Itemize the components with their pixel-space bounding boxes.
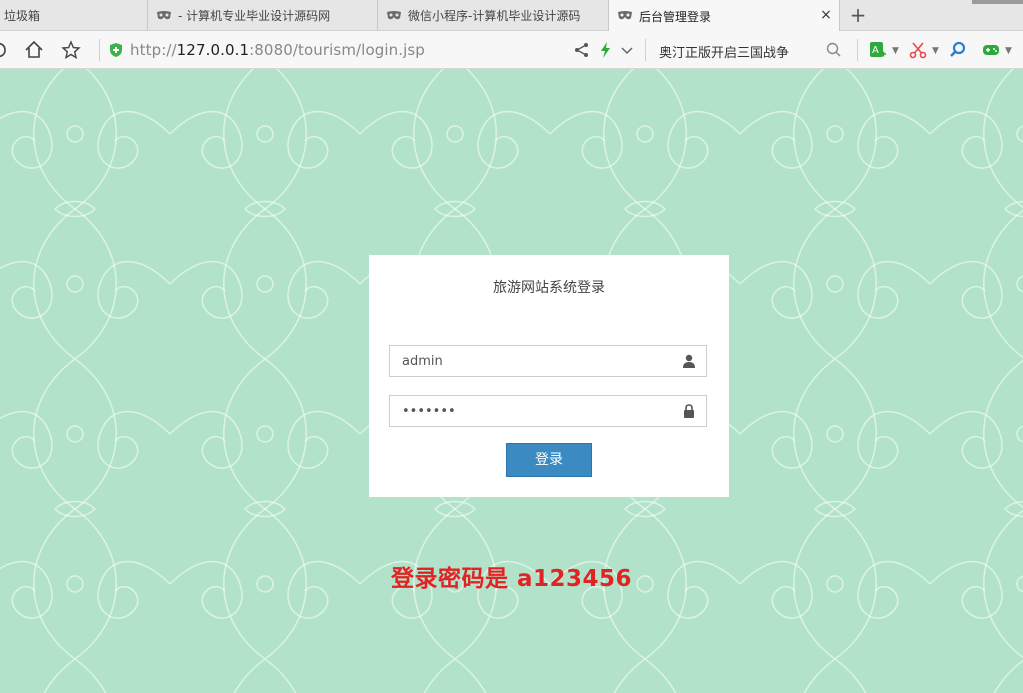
tab-strip-edge [972, 0, 1023, 4]
scissors-icon[interactable] [908, 40, 928, 60]
tab-label: - 计算机专业毕业设计源码网 [178, 9, 331, 23]
lightning-icon[interactable] [596, 40, 616, 60]
magnifier-icon[interactable] [948, 40, 968, 60]
tab-label: 微信小程序-计算机毕业设计源码 [408, 9, 581, 23]
lock-icon [684, 404, 694, 418]
tab-source-code-site[interactable]: - 计算机专业毕业设计源码网 [148, 0, 378, 31]
toolbar-separator [857, 39, 858, 61]
chevron-down-icon[interactable]: ▼ [892, 46, 899, 56]
tab-label: 后台管理登录 [639, 9, 712, 24]
login-page: 旅游网站系统登录 登录 登录密码是 a123456 [0, 69, 1023, 693]
back-icon[interactable] [0, 40, 12, 60]
url-path: :8080/tourism/login.jsp [249, 41, 425, 59]
mask-icon [157, 10, 171, 19]
new-tab-button[interactable]: + [846, 4, 870, 26]
password-notice: 登录密码是 a123456 [390, 566, 633, 592]
login-title: 旅游网站系统登录 [493, 280, 605, 296]
tab-label: 垃圾箱 [4, 9, 41, 23]
address-toolbar: http://127.0.0.1:8080/tourism/login.jsp … [0, 31, 1023, 69]
tab-wechat-miniprogram[interactable]: 微信小程序-计算机毕业设计源码 [378, 0, 609, 31]
star-icon[interactable] [61, 40, 81, 60]
search-icon[interactable] [824, 40, 844, 60]
toolbar-separator [645, 39, 646, 61]
username-input[interactable] [390, 346, 694, 376]
gamepad-icon[interactable] [981, 40, 1001, 60]
login-button[interactable]: 登录 [506, 443, 592, 477]
url-protocol: http:// [130, 41, 177, 59]
search-suggestion[interactable]: 奥汀正版开启三国战争 [659, 42, 789, 61]
share-icon[interactable] [572, 40, 592, 60]
url-text: http://127.0.0.1:8080/tourism/login.jsp [130, 41, 425, 59]
chevron-down-icon[interactable] [617, 40, 637, 60]
mask-icon [618, 11, 632, 20]
home-icon[interactable] [24, 40, 44, 60]
tab-bar: 垃圾箱 - 计算机专业毕业设计源码网 微信小程序-计算机毕业设计源码 后台管理登… [0, 0, 1023, 32]
chevron-down-icon[interactable]: ▼ [1005, 46, 1012, 56]
tab-admin-login[interactable]: 后台管理登录 × [609, 0, 840, 32]
username-field[interactable] [389, 345, 707, 377]
tab-trash[interactable]: 垃圾箱 [0, 0, 148, 31]
svg-text:A: A [872, 45, 879, 56]
secure-shield-icon [110, 43, 122, 57]
login-panel: 旅游网站系统登录 登录 [369, 255, 729, 497]
chevron-down-icon[interactable]: ▼ [932, 46, 939, 56]
mask-icon [387, 10, 401, 19]
toolbar-separator [99, 39, 100, 61]
password-input[interactable] [390, 396, 694, 426]
user-icon [683, 354, 695, 368]
address-bar[interactable]: http://127.0.0.1:8080/tourism/login.jsp [108, 40, 425, 60]
password-field[interactable] [389, 395, 707, 427]
translate-icon[interactable]: A [868, 40, 888, 60]
url-host: 127.0.0.1 [176, 41, 250, 59]
close-icon[interactable]: × [819, 8, 833, 22]
